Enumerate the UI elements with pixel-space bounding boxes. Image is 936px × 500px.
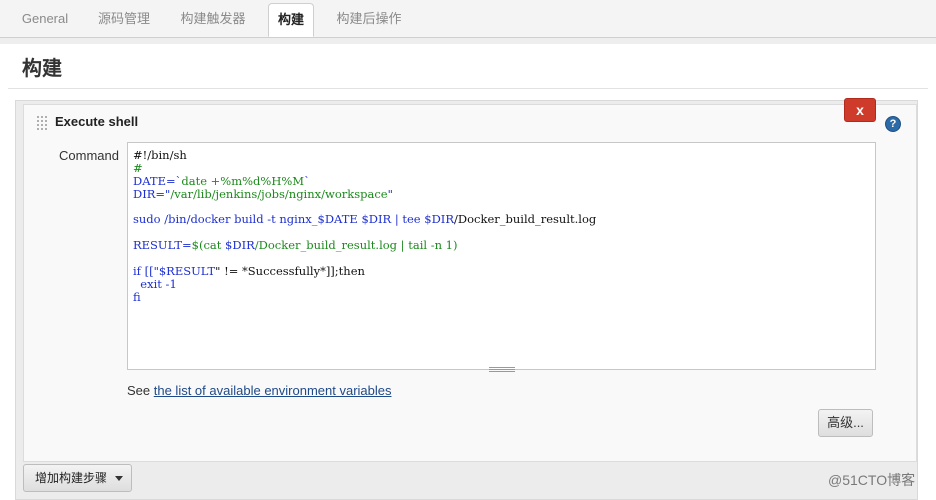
env-variables-note: See the list of available environment va… <box>127 383 392 398</box>
tab-bar: General 源码管理 构建触发器 构建 构建后操作 <box>0 0 936 38</box>
tab-bar-strip <box>0 38 936 44</box>
watermark: @51CTO博客 <box>828 472 916 488</box>
chevron-down-icon <box>115 476 123 481</box>
section-title: 构建 <box>22 58 62 80</box>
add-build-step-label: 增加构建步骤 <box>35 471 108 485</box>
tab-general[interactable]: General <box>14 0 76 37</box>
command-label: Command <box>59 148 119 163</box>
advanced-button[interactable]: 高级... <box>818 409 873 437</box>
code-line-4: DIR="/var/lib/jenkins/jobs/nginx/workspa… <box>133 187 393 201</box>
delete-step-button[interactable]: x <box>844 98 876 122</box>
env-note-prefix: See <box>127 383 154 398</box>
tab-build[interactable]: 构建 <box>268 3 314 37</box>
code-line-5: sudo /bin/docker build -t nginx_$DATE $D… <box>133 212 597 226</box>
add-build-step-button[interactable]: 增加构建步骤 <box>23 464 132 492</box>
tab-build-triggers[interactable]: 构建触发器 <box>174 0 252 37</box>
code-line-6: RESULT=$(cat $DIR/Docker_build_result.lo… <box>133 238 458 252</box>
help-icon[interactable]: ? <box>885 116 901 132</box>
code-line-9: fi <box>133 290 141 304</box>
command-editor[interactable]: #!/bin/sh # DATE=`date +%m%d%H%M` DIR="/… <box>127 142 876 370</box>
drag-handle-icon[interactable] <box>36 115 48 131</box>
section-divider <box>8 88 928 89</box>
tab-source-code-management[interactable]: 源码管理 <box>92 0 156 37</box>
step-title: Execute shell <box>55 114 139 129</box>
env-variables-link[interactable]: the list of available environment variab… <box>154 383 392 398</box>
editor-resize-handle[interactable] <box>489 367 515 372</box>
tab-post-build-actions[interactable]: 构建后操作 <box>330 0 408 37</box>
